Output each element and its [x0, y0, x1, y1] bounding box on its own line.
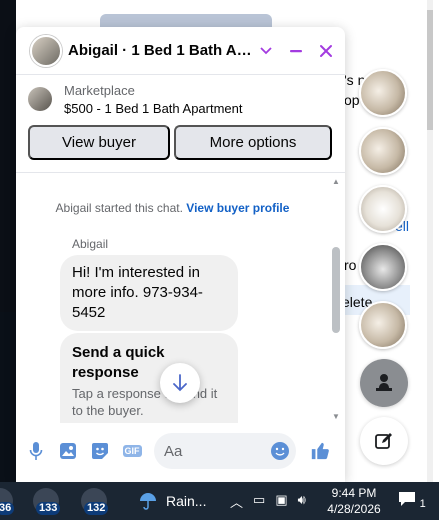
- scroll-down-arrow-icon[interactable]: ▼: [332, 412, 340, 421]
- microphone-icon[interactable]: [26, 441, 46, 461]
- minimize-icon[interactable]: [287, 42, 305, 60]
- notification-center[interactable]: 1: [398, 491, 426, 510]
- quick-response-title: Send a quick response: [72, 344, 165, 381]
- notification-count: 1: [419, 498, 426, 510]
- background-text: ro: [344, 257, 357, 273]
- message-bubble: Hi! I'm interested in more info. 973-934…: [60, 255, 238, 331]
- chat-header: Abigail · 1 Bed 1 Bath Apartment: [16, 27, 345, 75]
- thumbs-up-icon[interactable]: [310, 441, 330, 461]
- chat-head-avatar[interactable]: [359, 185, 407, 233]
- background-left-pane-lower: [0, 312, 16, 482]
- weather-widget[interactable]: Rain...: [138, 491, 206, 511]
- emoji-icon[interactable]: [270, 441, 290, 466]
- marketplace-button[interactable]: [360, 359, 408, 407]
- quick-response-card[interactable]: Send a quick response Tap a response to …: [60, 333, 238, 423]
- meet-icon[interactable]: ▭: [253, 492, 265, 511]
- background-text: op: [344, 92, 360, 108]
- person-desk-icon: [376, 374, 392, 391]
- view-buyer-button[interactable]: View buyer: [28, 125, 170, 160]
- marketplace-listing[interactable]: Marketplace $500 - 1 Bed 1 Bath Apartmen…: [16, 75, 345, 123]
- volume-icon[interactable]: 🔊︎: [298, 492, 306, 511]
- system-tray: ︿ ▭ ▣ 🔊︎: [230, 492, 306, 511]
- sticker-icon[interactable]: [90, 441, 110, 461]
- chat-title[interactable]: Abigail · 1 Bed 1 Bath Apartment: [68, 42, 257, 59]
- listing-thumbnail: [28, 87, 52, 111]
- system-message: Abigail started this chat. View buyer pr…: [16, 201, 329, 215]
- arrow-down-icon: [173, 374, 187, 392]
- chat-window: Abigail · 1 Bed 1 Bath Apartment Marketp…: [16, 27, 345, 482]
- chat-head-avatar[interactable]: [359, 301, 407, 349]
- new-message-button[interactable]: [360, 417, 408, 465]
- quick-response-subtitle: Tap a response to send it to the buyer.: [72, 386, 218, 418]
- weather-text: Rain...: [166, 493, 207, 509]
- rain-umbrella-icon: [140, 493, 156, 510]
- clock-time: 9:44 PM: [331, 486, 377, 500]
- listing-source: Marketplace: [64, 82, 135, 98]
- chevron-up-icon[interactable]: ︿: [230, 492, 243, 511]
- taskbar-badge: 36: [0, 502, 15, 515]
- chat-head-avatar[interactable]: [359, 243, 407, 291]
- notification-icon: [399, 492, 415, 506]
- sender-name: Abigail: [72, 237, 109, 251]
- view-buyer-profile-link[interactable]: View buyer profile: [186, 201, 289, 215]
- listing-name: $500 - 1 Bed 1 Bath Apartment: [64, 100, 243, 116]
- taskbar: 36 133 132 Rain... ︿ ▭ ▣ 🔊︎ 9:44 PM 4/28…: [0, 482, 439, 520]
- message-composer: GIF: [16, 431, 345, 471]
- image-icon[interactable]: [58, 441, 78, 461]
- chevron-down-icon[interactable]: [257, 42, 275, 60]
- close-icon[interactable]: [317, 42, 335, 60]
- chat-scrollbar[interactable]: ▲ ▼: [329, 173, 343, 423]
- avatar[interactable]: [30, 34, 62, 67]
- taskbar-badge: 132: [84, 502, 109, 515]
- clock[interactable]: 9:44 PM 4/28/2026: [324, 485, 384, 517]
- jump-to-latest-button[interactable]: [160, 363, 200, 403]
- scroll-up-arrow-icon[interactable]: ▲: [332, 177, 340, 186]
- system-message-text: Abigail started this chat.: [55, 201, 183, 215]
- gif-icon[interactable]: GIF: [122, 441, 142, 461]
- more-options-button[interactable]: More options: [174, 125, 332, 160]
- network-icon[interactable]: ▣: [275, 492, 287, 511]
- taskbar-badge: 133: [36, 502, 61, 515]
- page-scrollbar-thumb[interactable]: [427, 10, 433, 130]
- clock-date: 4/28/2026: [327, 502, 381, 516]
- compose-icon: [375, 433, 392, 449]
- chat-head-avatar[interactable]: [359, 127, 407, 175]
- chat-scrollbar-thumb[interactable]: [332, 247, 340, 333]
- chat-head-avatar[interactable]: [359, 69, 407, 117]
